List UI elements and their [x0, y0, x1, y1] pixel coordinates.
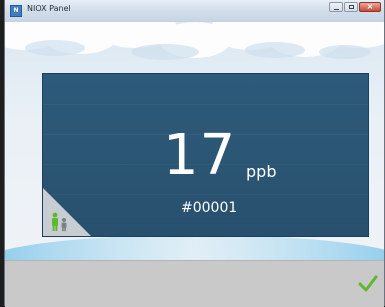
- measurement-value: 17: [163, 123, 237, 188]
- maximize-button[interactable]: [344, 2, 358, 12]
- sky-background: 17 ppb #00001: [5, 22, 384, 260]
- bottom-bar: [5, 260, 384, 307]
- app-icon: N: [10, 5, 22, 17]
- close-button[interactable]: ×: [359, 2, 381, 12]
- window-title: NIOX Panel: [27, 4, 71, 13]
- app-window: N NIOX Panel × 17 ppb #00001: [4, 0, 385, 307]
- checkmark-icon[interactable]: [357, 273, 379, 295]
- adult-child-people-icon[interactable]: [49, 212, 73, 232]
- measurement-unit: ppb: [246, 162, 277, 181]
- title-bar: N NIOX Panel ×: [5, 0, 384, 23]
- measurement-panel: 17 ppb #00001: [43, 74, 368, 236]
- minimize-button[interactable]: [329, 2, 343, 12]
- window-controls: ×: [329, 2, 381, 12]
- sample-id: #00001: [181, 200, 238, 216]
- clouds-decoration: [5, 22, 384, 60]
